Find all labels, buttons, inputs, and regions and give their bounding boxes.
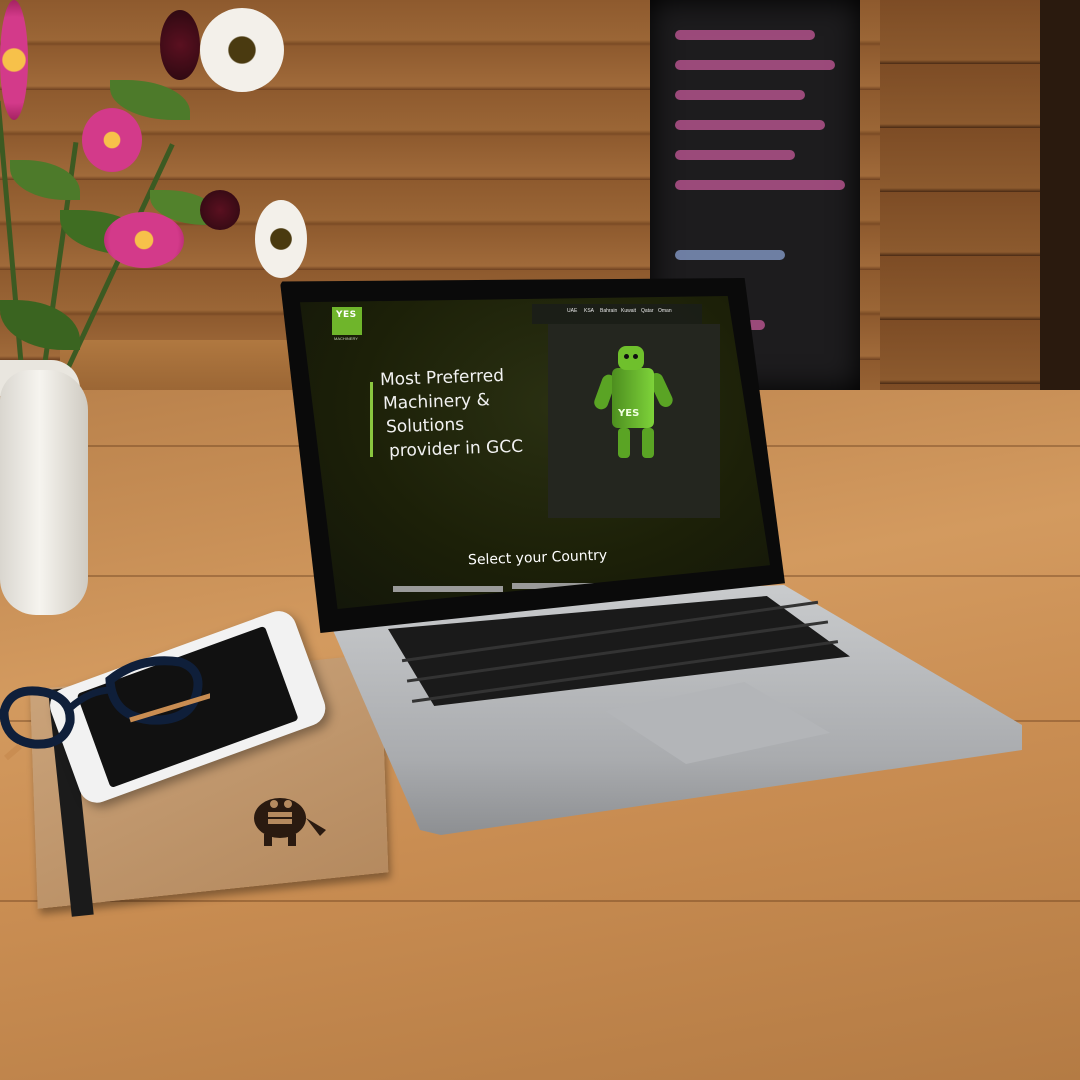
dark-flower	[160, 10, 200, 80]
country-option[interactable]	[393, 586, 503, 592]
laptop-screen: UAE KSA Bahrain Kuwait Qatar Oman YES MA…	[300, 296, 770, 609]
robot-head	[618, 346, 644, 370]
robot-leg	[618, 428, 630, 458]
dark-flower	[200, 190, 240, 230]
monster-icon	[254, 798, 326, 846]
robot-chest-label: YES	[618, 408, 640, 419]
nav-item-oman[interactable]: Oman	[658, 308, 672, 314]
logo-subtitle: MACHINERY	[334, 336, 358, 341]
nav-item-qatar[interactable]: Qatar	[641, 308, 654, 314]
nav-item-bahrain[interactable]: Bahrain	[600, 308, 617, 314]
chalk-scribble	[675, 180, 845, 190]
hero-line-3: Solutions	[385, 414, 465, 438]
nav-item-ksa[interactable]: KSA	[584, 308, 594, 314]
eyeglasses-icon	[0, 656, 210, 760]
nav-item-uae[interactable]: UAE	[567, 308, 577, 314]
robot-icon	[612, 368, 654, 428]
white-daisy	[200, 8, 284, 92]
pink-flower	[104, 212, 184, 268]
hero-line-2: Machinery &	[382, 390, 491, 414]
nav-bar	[532, 304, 702, 324]
chalk-scribble	[675, 30, 815, 40]
chalk-scribble	[675, 250, 785, 260]
hero-line-1: Most Preferred	[379, 365, 505, 391]
robot-leg	[642, 428, 654, 458]
chalk-scribble	[675, 90, 805, 100]
chalk-scribble	[675, 60, 835, 70]
robot-eye	[624, 354, 629, 359]
plank-seam	[0, 900, 1080, 902]
logo-mark: YES	[336, 310, 357, 320]
hero-line-4: provider in GCC	[388, 436, 524, 462]
chalk-scribble	[675, 120, 825, 130]
white-vase	[0, 370, 88, 615]
nav-item-kuwait[interactable]: Kuwait	[621, 308, 636, 314]
hero-accent-line	[370, 382, 373, 457]
pink-flower	[0, 0, 28, 120]
pink-flower	[82, 108, 142, 172]
chalk-scribble	[675, 150, 795, 160]
photo-scene: UAE KSA Bahrain Kuwait Qatar Oman YES MA…	[0, 0, 1080, 1080]
select-country-heading: Select your Country	[467, 547, 608, 569]
robot-eye	[633, 354, 638, 359]
white-daisy	[255, 200, 307, 278]
